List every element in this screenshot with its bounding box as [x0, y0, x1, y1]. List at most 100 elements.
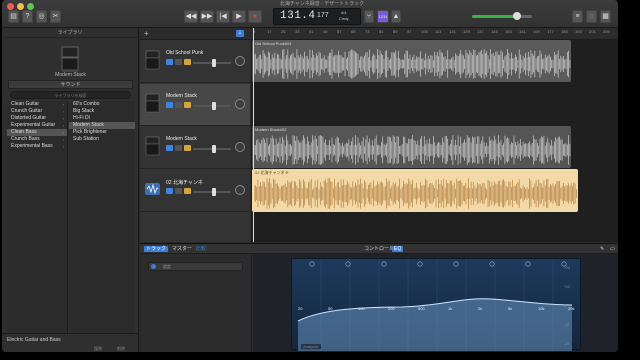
- library-icon[interactable]: ▤: [8, 10, 19, 23]
- tab-eq[interactable]: EQ: [392, 246, 404, 252]
- delete-button[interactable]: 削除: [117, 346, 125, 352]
- zoom-window-button[interactable]: [27, 3, 34, 10]
- tuning-fork-icon[interactable]: ⑂: [364, 10, 374, 23]
- pencil-icon[interactable]: ✎: [598, 246, 606, 252]
- tab-controls[interactable]: コントロール: [362, 246, 396, 252]
- smart-filter-icon[interactable]: ⇣: [236, 30, 244, 37]
- loop-icon[interactable]: ◌: [586, 10, 597, 23]
- ruler-mark: 209: [603, 29, 610, 34]
- record-enable-button[interactable]: [184, 188, 191, 194]
- playhead[interactable]: [253, 28, 254, 242]
- mute-button[interactable]: [166, 145, 173, 151]
- amp-icon: [145, 50, 160, 70]
- close-window-button[interactable]: [7, 3, 14, 10]
- record-icon[interactable]: ●: [248, 10, 262, 23]
- smart-controls-icon[interactable]: ◎: [36, 10, 47, 23]
- scissors-icon[interactable]: ✂: [50, 10, 61, 23]
- volume-fader-knob[interactable]: [212, 188, 216, 196]
- track-header[interactable]: Old School Punk: [140, 41, 250, 83]
- library-search-input[interactable]: ライブラリを検索: [10, 91, 131, 99]
- track-header[interactable]: Modern Stack: [140, 84, 250, 126]
- volume-fader-knob[interactable]: [212, 59, 216, 67]
- analyzer-button[interactable]: Analyzer: [301, 344, 321, 349]
- eq-freq-label: 1k: [448, 306, 452, 311]
- lcd-display[interactable]: 131.4 177 4/4 Cmaj: [273, 8, 361, 25]
- tab-track[interactable]: トラック: [144, 246, 169, 252]
- solo-button[interactable]: [175, 188, 182, 194]
- channel-eq-graph[interactable]: 20 50 100 200 500 1k 2k 5k 10k 20k +24 +12 0 -12 -24: [291, 258, 581, 351]
- volume-fader-knob[interactable]: [212, 145, 216, 153]
- record-enable-button[interactable]: [184, 102, 191, 108]
- timeline-ruler[interactable]: 9 17 25 33 41 49 57 65 73 81 89 97 105 113 121 129 137 14…: [251, 28, 618, 40]
- region-old-school-punk[interactable]: Old School Punk#04: [252, 40, 571, 82]
- category-item[interactable]: Experimental Guitar ›: [7, 122, 67, 129]
- tracks-area[interactable]: Old School Punk#04 Modern Stack#02 02 北海…: [251, 40, 618, 242]
- media-browser-icon[interactable]: ▦: [600, 10, 611, 23]
- minimize-window-button[interactable]: [17, 3, 24, 10]
- track-header[interactable]: 02 北海チャンネ: [140, 170, 250, 212]
- category-item[interactable]: Crunch Bass ›: [7, 136, 67, 143]
- category-item[interactable]: Clean Guitar ›: [7, 101, 67, 108]
- preset-item[interactable]: Big Stack: [69, 108, 135, 115]
- master-volume-slider[interactable]: [472, 12, 532, 20]
- track-name: Modern Stack: [166, 136, 197, 142]
- tab-compare[interactable]: 比較: [194, 246, 208, 252]
- region-audio[interactable]: 02 北海チャンネ ®: [252, 169, 578, 212]
- eq-band-handle[interactable]: [417, 261, 423, 267]
- eq-area: 20 50 100 200 500 1k 2k 5k 10k 20k +24 +12 0 -12 -24 A…: [253, 254, 618, 352]
- info-icon[interactable]: ▭: [608, 246, 617, 252]
- record-enable-button[interactable]: [184, 59, 191, 65]
- eq-band-handle[interactable]: [489, 261, 495, 267]
- metronome-icon[interactable]: ▲: [391, 10, 401, 23]
- instrument-category[interactable]: Electric Guitar and Bass: [7, 337, 61, 343]
- pan-knob[interactable]: [235, 185, 245, 195]
- ruler-mark: 177: [547, 29, 554, 34]
- solo-button[interactable]: [175, 59, 182, 65]
- preset-item[interactable]: Sub Station: [69, 136, 135, 143]
- pan-knob[interactable]: [235, 56, 245, 66]
- master-volume-knob[interactable]: [513, 12, 521, 20]
- signature-display: 4/4 Cmaj: [339, 10, 348, 22]
- add-track-icon[interactable]: +: [144, 30, 152, 38]
- eq-db-label: -24: [564, 342, 569, 346]
- track-header[interactable]: Modern Stack: [140, 127, 250, 169]
- eq-freq-label: 20k: [568, 306, 574, 311]
- preset-item[interactable]: Pick Brightener: [69, 129, 135, 136]
- pan-knob[interactable]: [235, 142, 245, 152]
- volume-fader-knob[interactable]: [212, 102, 216, 110]
- power-icon[interactable]: [151, 264, 156, 269]
- revert-button[interactable]: 復帰: [94, 346, 102, 352]
- mute-button[interactable]: [166, 59, 173, 65]
- region-modern-stack[interactable]: Modern Stack#02: [252, 126, 571, 168]
- play-icon[interactable]: ▶: [232, 10, 246, 23]
- preset-item[interactable]: Hi-Fi DI: [69, 115, 135, 122]
- category-item[interactable]: Distorted Guitar ›: [7, 115, 67, 122]
- eq-band-handle[interactable]: [453, 261, 459, 267]
- preset-item[interactable]: 60's Combo: [69, 101, 135, 108]
- ruler-mark: 129: [463, 29, 470, 34]
- go-to-beginning-icon[interactable]: |◀: [216, 10, 230, 23]
- mute-button[interactable]: [166, 188, 173, 194]
- solo-button[interactable]: [175, 102, 182, 108]
- tab-master[interactable]: マスター: [170, 246, 194, 252]
- eq-band-handle[interactable]: [525, 261, 531, 267]
- category-item[interactable]: Clean Bass ›: [7, 129, 67, 136]
- record-enable-button[interactable]: [184, 145, 191, 151]
- category-item[interactable]: Crunch Guitar ›: [7, 108, 67, 115]
- fast-forward-icon[interactable]: ▶▶: [200, 10, 214, 23]
- count-in-button[interactable]: 1234: [377, 10, 389, 23]
- eq-band-handle[interactable]: [345, 261, 351, 267]
- eq-band-handle[interactable]: [381, 261, 387, 267]
- category-label: Experimental Bass: [11, 143, 53, 149]
- solo-button[interactable]: [175, 145, 182, 151]
- rewind-icon[interactable]: ◀◀: [184, 10, 198, 23]
- help-icon[interactable]: ?: [22, 10, 33, 23]
- category-item[interactable]: Experimental Bass ›: [7, 143, 67, 150]
- eq-band-handle[interactable]: [309, 261, 315, 267]
- mute-button[interactable]: [166, 102, 173, 108]
- pan-knob[interactable]: [235, 99, 245, 109]
- preset-item[interactable]: Modern Stack: [69, 122, 135, 129]
- eq-freq-label: 200: [388, 306, 395, 311]
- preset-popup[interactable]: 設定: [148, 262, 243, 271]
- notepad-icon[interactable]: ≡: [572, 10, 583, 23]
